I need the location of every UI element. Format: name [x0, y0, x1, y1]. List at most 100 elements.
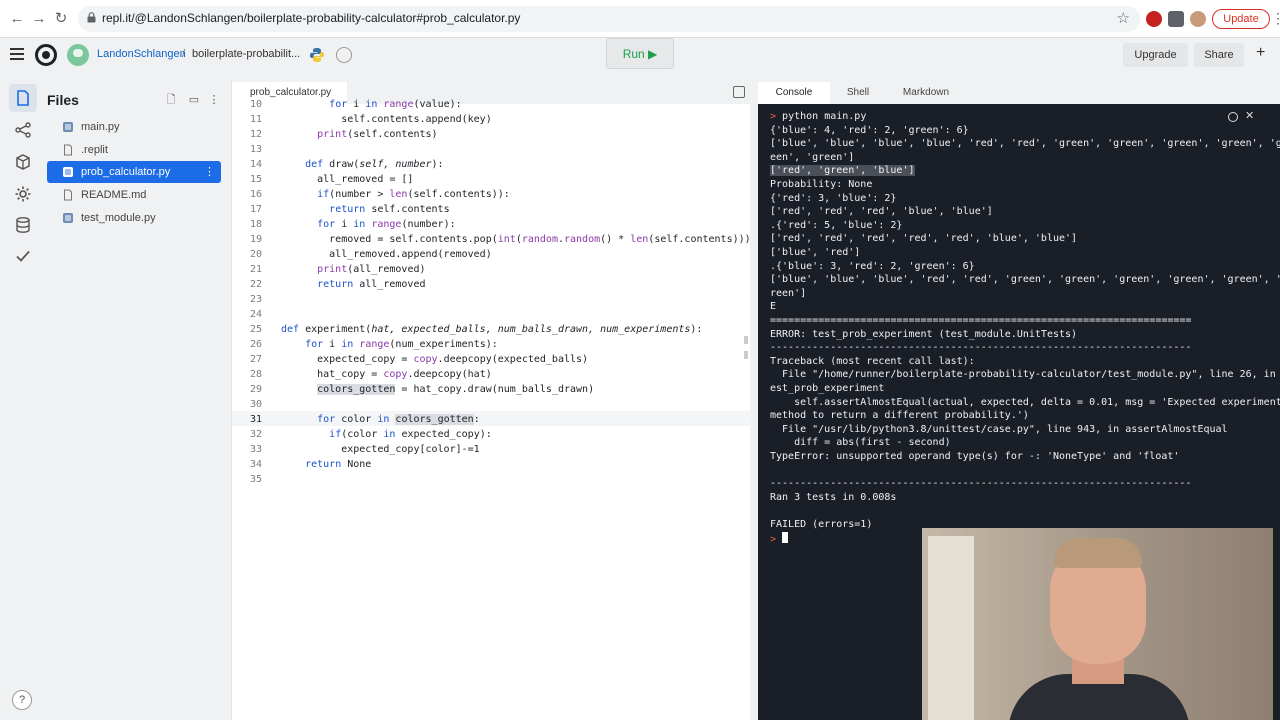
code-line[interactable]: 29 colors_gotten = hat_copy.draw(num_bal… [232, 382, 751, 397]
files-panel: Files 🗋 ▭ ⋮ main.py .replit prob_calcula… [46, 74, 226, 720]
line-number: 20 [249, 249, 262, 260]
code-line[interactable]: 28 hat_copy = copy.deepcopy(hat) [232, 367, 751, 382]
code-text: all_removed = [] [281, 174, 414, 185]
code-line[interactable]: 23 [232, 292, 751, 307]
database-icon[interactable] [14, 216, 32, 234]
tab-markdown[interactable]: Markdown [886, 82, 966, 104]
upgrade-button[interactable]: Upgrade [1123, 43, 1188, 67]
code-line[interactable]: 35 [232, 472, 751, 487]
code-text: removed = self.contents.pop(int(random.r… [281, 234, 751, 245]
code-line[interactable]: 17 return self.contents [232, 202, 751, 217]
reload-icon[interactable]: ↻ [50, 8, 72, 30]
file-item-active[interactable]: prob_calculator.py ⋮ [47, 161, 221, 183]
code-line[interactable]: 14 def draw(self, number): [232, 157, 751, 172]
file-icon [64, 189, 72, 201]
replit-logo-icon[interactable] [35, 44, 57, 66]
code-text: def experiment(hat, expected_balls, num_… [281, 324, 703, 335]
code-line[interactable]: 34 return None [232, 457, 751, 472]
python-file-icon [63, 213, 73, 223]
new-folder-icon[interactable]: ▭ [188, 94, 200, 106]
file-name: prob_calculator.py [81, 166, 171, 178]
back-arrow-icon[interactable]: ← [6, 8, 28, 30]
help-icon[interactable]: ? [12, 690, 32, 710]
line-number: 22 [249, 279, 262, 290]
files-icon[interactable] [14, 89, 32, 107]
console-line: .{'blue': 3, 'red': 2, 'green': 6} [770, 260, 975, 272]
file-options-icon[interactable]: ⋮ [204, 165, 215, 178]
bookmark-star-icon[interactable]: ☆ [1117, 9, 1130, 27]
line-number: 30 [249, 399, 262, 410]
line-number: 34 [249, 459, 262, 470]
file-item[interactable]: .replit [47, 139, 221, 161]
add-icon[interactable]: + [1256, 44, 1265, 62]
repl-name[interactable]: boilerplate-probabilit... [192, 48, 300, 60]
profile-avatar[interactable] [1190, 11, 1206, 27]
files-panel-title: Files [47, 92, 79, 108]
console-line: ----------------------------------------… [770, 342, 1192, 354]
line-number: 15 [249, 174, 262, 185]
run-button[interactable]: Run ▶ [606, 38, 674, 69]
hamburger-menu-icon[interactable] [10, 48, 24, 60]
extension-icon[interactable] [1146, 11, 1162, 27]
share-button[interactable]: Share [1194, 43, 1244, 67]
tab-console[interactable]: Console [758, 82, 830, 104]
lock-icon [87, 12, 96, 23]
console-line: reen'] [770, 287, 807, 299]
packages-icon[interactable] [14, 153, 32, 171]
files-more-icon[interactable]: ⋮ [208, 94, 220, 106]
scroll-marker [744, 336, 748, 344]
username-link[interactable]: LandonSchlangen [97, 48, 186, 60]
tab-shell[interactable]: Shell [830, 82, 886, 104]
code-text: for i in range(value): [329, 99, 462, 110]
puzzle-extensions-icon[interactable] [1168, 11, 1184, 27]
line-number: 19 [249, 234, 262, 245]
forward-arrow-icon[interactable]: → [28, 8, 50, 30]
code-line[interactable]: 19 removed = self.contents.pop(int(rando… [232, 232, 751, 247]
code-line[interactable]: 18 for i in range(number): [232, 217, 751, 232]
browser-menu-icon[interactable]: ⋮ [1271, 10, 1280, 27]
code-line[interactable]: 32 if(color in expected_copy): [232, 427, 751, 442]
console-line: File "/usr/lib/python3.8/unittest/case.p… [770, 423, 1228, 435]
code-text: self.contents.append(key) [281, 114, 492, 125]
code-text: print(all_removed) [317, 264, 426, 275]
code-text: expected_copy = copy.deepcopy(expected_b… [281, 354, 589, 365]
code-line[interactable]: 24 [232, 307, 751, 322]
version-control-icon[interactable] [14, 121, 32, 139]
file-item[interactable]: main.py [47, 116, 221, 138]
line-number: 27 [249, 354, 262, 365]
console-line: ['red', 'green', 'blue'] [770, 165, 915, 177]
code-text: return self.contents [329, 204, 450, 215]
address-bar[interactable]: repl.it/@LandonSchlangen/boilerplate-pro… [78, 6, 1140, 32]
code-line[interactable]: 27 expected_copy = copy.deepcopy(expecte… [232, 352, 751, 367]
code-line[interactable]: 15 all_removed = [] [232, 172, 751, 187]
code-line[interactable]: 22 return all_removed [232, 277, 751, 292]
code-line[interactable]: 26 for i in range(num_experiments): [232, 337, 751, 352]
code-line[interactable]: 33 expected_copy[color]-=1 [232, 442, 751, 457]
line-number: 13 [249, 144, 262, 155]
console-line: {'red': 3, 'blue': 2} [770, 192, 897, 204]
browser-update-button[interactable]: Update [1212, 9, 1270, 29]
code-line[interactable]: 31 for color in colors_gotten: [232, 412, 751, 427]
code-text: all_removed.append(removed) [281, 249, 492, 260]
python-file-icon [63, 122, 73, 132]
checkmark-icon[interactable] [14, 247, 32, 265]
line-number: 33 [249, 444, 262, 455]
code-line[interactable]: 12 print(self.contents) [232, 127, 751, 142]
code-line[interactable]: 10 for i in range(value): [232, 97, 751, 112]
code-editor[interactable]: prob_calculator.py 10 for i in range(val… [231, 80, 751, 720]
side-rail: ? [0, 74, 46, 720]
code-line[interactable]: 21 print(all_removed) [232, 262, 751, 277]
repl-avatar[interactable] [67, 44, 89, 66]
settings-gear-icon[interactable] [14, 185, 32, 203]
new-file-icon[interactable]: 🗋 [165, 94, 177, 106]
code-line[interactable]: 30 [232, 397, 751, 412]
history-icon[interactable] [336, 47, 352, 63]
code-line[interactable]: 16 if(number > len(self.contents)): [232, 187, 751, 202]
code-line[interactable]: 11 self.contents.append(key) [232, 112, 751, 127]
file-item[interactable]: README.md [47, 184, 221, 206]
console-line: Ran 3 tests in 0.008s [770, 491, 897, 503]
code-line[interactable]: 13 [232, 142, 751, 157]
code-line[interactable]: 20 all_removed.append(removed) [232, 247, 751, 262]
code-line[interactable]: 25 def experiment(hat, expected_balls, nu… [232, 322, 751, 337]
file-item[interactable]: test_module.py [47, 207, 221, 229]
